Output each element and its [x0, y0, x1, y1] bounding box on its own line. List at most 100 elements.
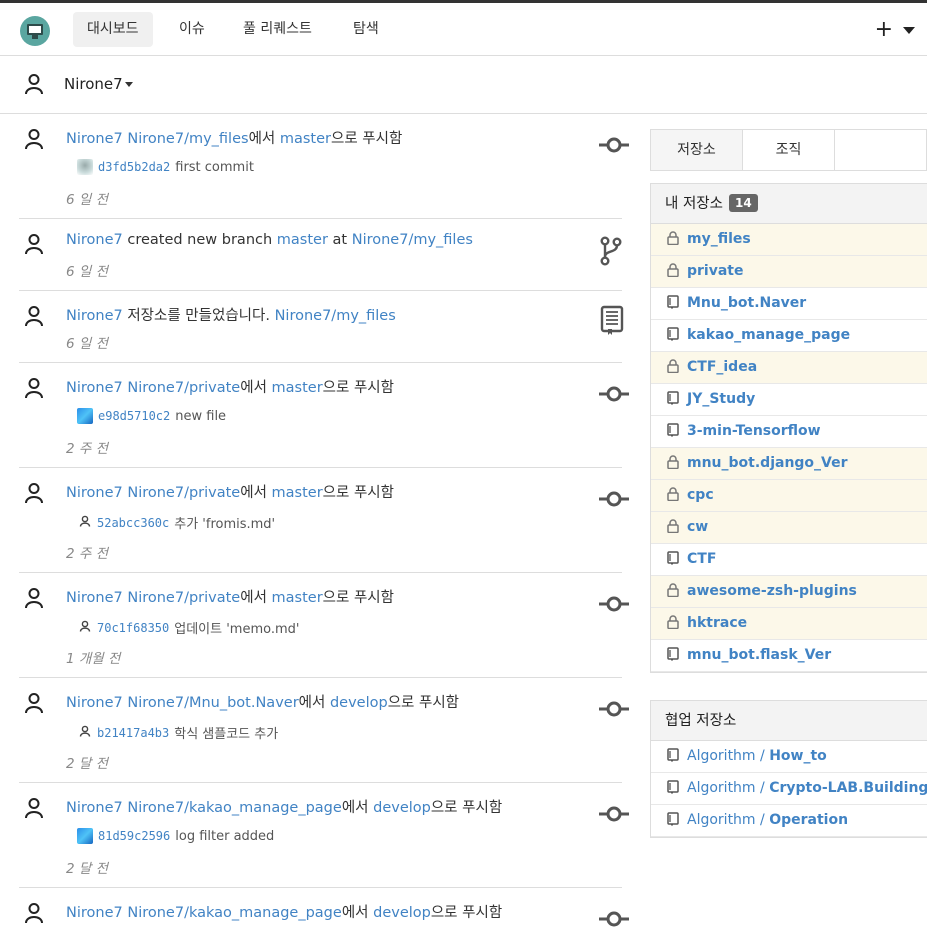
commit-sha-link[interactable]: b21417a4b3	[97, 726, 169, 740]
repo-icon	[667, 775, 679, 794]
feed-item-title: Nirone7 Nirone7/private에서 master으로 푸시함	[66, 481, 394, 502]
repo-name-link[interactable]: JY_Study	[687, 391, 755, 407]
repo-link[interactable]: Nirone7/private	[127, 485, 240, 501]
tab-repositories[interactable]: 저장소	[651, 130, 743, 170]
repo-list-item[interactable]: hktrace	[651, 608, 927, 640]
chevron-down-icon[interactable]	[125, 82, 133, 87]
repo-list-item[interactable]: cpc	[651, 480, 927, 512]
repo-link[interactable]: Nirone7/my_files	[275, 308, 396, 324]
repo-list-item[interactable]: cw	[651, 512, 927, 544]
repo-name-link[interactable]: Mnu_bot.Naver	[687, 295, 806, 311]
user-avatar-icon[interactable]	[24, 482, 44, 504]
user-link[interactable]: Nirone7	[66, 590, 123, 606]
context-user-switcher[interactable]: Nirone7	[64, 75, 123, 93]
user-link[interactable]: Nirone7	[66, 131, 123, 147]
nav-issues[interactable]: 이슈	[165, 12, 219, 47]
repo-owner-link[interactable]: Algorithm	[687, 748, 756, 764]
repo-list-item[interactable]: kakao_manage_page	[651, 320, 927, 352]
user-avatar-icon[interactable]	[24, 587, 44, 609]
repo-name-link[interactable]: hktrace	[687, 615, 747, 631]
commit-sha-link[interactable]: 81d59c2596	[98, 829, 170, 843]
repo-name-link[interactable]: awesome-zsh-plugins	[687, 583, 857, 599]
branch-link[interactable]: master	[272, 485, 323, 501]
repo-link[interactable]: Nirone7/kakao_manage_page	[127, 800, 341, 816]
feed-item-title: Nirone7 Nirone7/kakao_manage_page에서 deve…	[66, 901, 502, 922]
repo-link[interactable]: Nirone7/private	[127, 380, 240, 396]
repo-name-link[interactable]: How_to	[769, 748, 827, 764]
user-avatar-icon[interactable]	[24, 692, 44, 714]
site-logo-icon[interactable]	[20, 16, 50, 46]
branch-link[interactable]: master	[272, 590, 323, 606]
repo-list-item[interactable]: mnu_bot.django_Ver	[651, 448, 927, 480]
commit-sha-link[interactable]: e98d5710c2	[98, 409, 170, 423]
branch-link[interactable]: develop	[373, 905, 431, 921]
tab-third[interactable]	[835, 130, 927, 170]
collab-repo-item[interactable]: Algorithm / Crypto-LAB.Building	[651, 773, 927, 805]
commit-sha-link[interactable]: 52abcc360c	[97, 516, 169, 530]
create-plus-icon[interactable]: +	[875, 17, 893, 43]
create-dropdown-caret-icon[interactable]	[903, 27, 915, 34]
branch-link[interactable]: master	[277, 232, 328, 248]
user-link[interactable]: Nirone7	[66, 485, 123, 501]
commit-sha-link[interactable]: 70c1f68350	[97, 621, 169, 635]
repo-link[interactable]: Nirone7/private	[127, 590, 240, 606]
branch-link[interactable]: master	[272, 380, 323, 396]
repo-name-link[interactable]: 3-min-Tensorflow	[687, 423, 821, 439]
branch-link[interactable]: master	[280, 131, 331, 147]
repo-list-item[interactable]: CTF	[651, 544, 927, 576]
repo-link[interactable]: Nirone7/my_files	[352, 232, 473, 248]
collab-repo-item[interactable]: Algorithm / How_to	[651, 741, 927, 773]
branch-link[interactable]: develop	[330, 695, 388, 711]
repo-owner-link[interactable]: Algorithm	[687, 780, 756, 796]
nav-pull-requests[interactable]: 풀 리퀘스트	[229, 12, 326, 47]
repo-link[interactable]: Nirone7/Mnu_bot.Naver	[127, 695, 298, 711]
repo-list-item[interactable]: private	[651, 256, 927, 288]
repo-list-item[interactable]: mnu_bot.flask_Ver	[651, 640, 927, 672]
repo-name-link[interactable]: Operation	[769, 812, 848, 828]
repo-book-icon	[600, 305, 624, 339]
repo-name-link[interactable]: mnu_bot.flask_Ver	[687, 647, 831, 663]
repo-name-link[interactable]: my_files	[687, 231, 751, 247]
user-link[interactable]: Nirone7	[66, 695, 123, 711]
user-avatar-icon[interactable]	[24, 902, 44, 924]
repo-name-link[interactable]: mnu_bot.django_Ver	[687, 455, 848, 471]
repo-name-link[interactable]: CTF_idea	[687, 359, 757, 375]
commit-line: d3fd5b2da2 first commit	[77, 159, 254, 175]
commit-line: 81d59c2596 log filter added	[77, 828, 274, 844]
branch-link[interactable]: develop	[373, 800, 431, 816]
repo-list-item[interactable]: awesome-zsh-plugins	[651, 576, 927, 608]
user-link[interactable]: Nirone7	[66, 380, 123, 396]
user-avatar-icon[interactable]	[24, 233, 44, 255]
commit-icon	[599, 911, 629, 927]
repo-link[interactable]: Nirone7/my_files	[127, 131, 248, 147]
repo-list-item[interactable]: Mnu_bot.Naver	[651, 288, 927, 320]
repo-link[interactable]: Nirone7/kakao_manage_page	[127, 905, 341, 921]
tab-organizations[interactable]: 조직	[743, 130, 835, 170]
user-avatar-icon[interactable]	[24, 797, 44, 819]
user-link[interactable]: Nirone7	[66, 905, 123, 921]
repo-separator: /	[755, 780, 770, 796]
repo-name-link[interactable]: cw	[687, 519, 708, 535]
repo-name-link[interactable]: Crypto-LAB.Building	[769, 780, 927, 796]
repo-owner-link[interactable]: Algorithm	[687, 812, 756, 828]
repo-list-item[interactable]: CTF_idea	[651, 352, 927, 384]
user-avatar-icon[interactable]	[24, 305, 44, 327]
collab-repo-item[interactable]: Algorithm / Operation	[651, 805, 927, 837]
repo-name-link[interactable]: cpc	[687, 487, 714, 503]
commit-sha-link[interactable]: d3fd5b2da2	[98, 160, 170, 174]
user-link[interactable]: Nirone7	[66, 800, 123, 816]
repo-icon	[667, 290, 679, 309]
repo-list-item[interactable]: JY_Study	[651, 384, 927, 416]
user-link[interactable]: Nirone7	[66, 308, 123, 324]
user-avatar-icon[interactable]	[24, 377, 44, 399]
nav-explore[interactable]: 탐색	[339, 12, 393, 47]
repo-icon	[667, 386, 679, 405]
repo-list-item[interactable]: my_files	[651, 224, 927, 256]
nav-dashboard[interactable]: 대시보드	[73, 12, 153, 47]
repo-name-link[interactable]: private	[687, 263, 744, 279]
user-avatar-icon[interactable]	[24, 128, 44, 150]
user-link[interactable]: Nirone7	[66, 232, 123, 248]
repo-name-link[interactable]: kakao_manage_page	[687, 327, 850, 343]
repo-list-item[interactable]: 3-min-Tensorflow	[651, 416, 927, 448]
repo-name-link[interactable]: CTF	[687, 551, 716, 567]
